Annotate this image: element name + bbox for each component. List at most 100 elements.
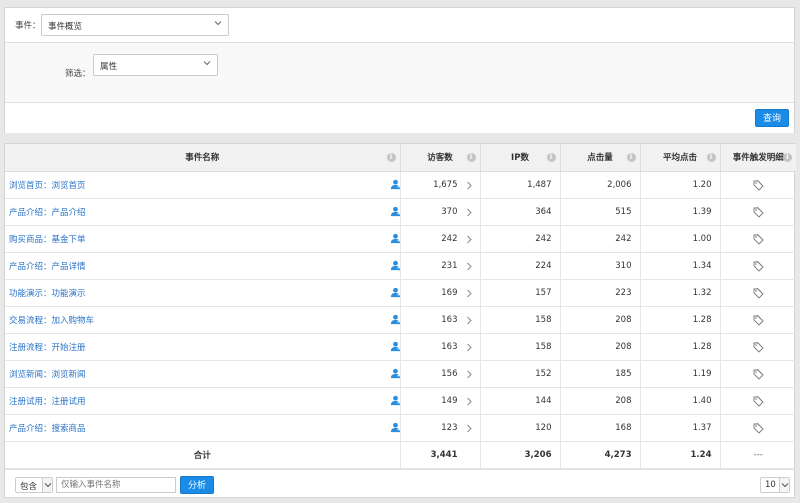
filter-select-value: 属性 <box>100 62 118 72</box>
header-avg-clicks[interactable]: 平均点击 i <box>639 144 720 172</box>
event-name-link[interactable]: 购买商品：基金下单 <box>9 235 86 245</box>
chevron-right-icon[interactable] <box>466 235 473 244</box>
info-icon[interactable]: i <box>783 153 792 162</box>
trigger-detail-cell <box>719 198 796 226</box>
analyze-button[interactable]: 分析 <box>180 476 214 494</box>
header-event-name[interactable]: 事件名称 i <box>5 144 400 172</box>
event-name-cell[interactable]: 购买商品：基金下单 <box>5 225 401 253</box>
trigger-detail-cell <box>719 387 796 415</box>
match-mode-select[interactable]: 包含 <box>15 477 53 493</box>
tag-icon[interactable] <box>752 179 764 191</box>
trigger-detail-cell <box>719 360 796 388</box>
visitors-cell: 163 <box>399 333 480 361</box>
chevron-right-icon[interactable] <box>466 262 473 271</box>
tag-icon[interactable] <box>752 314 764 326</box>
header-ip[interactable]: IP数 i <box>479 144 560 172</box>
trigger-detail-cell <box>719 171 796 199</box>
chevron-right-icon[interactable] <box>466 343 473 352</box>
trigger-detail-cell <box>719 225 796 253</box>
table-total-row: 合计 3,441 3,206 4,273 1.24 --- <box>5 441 796 469</box>
tag-icon[interactable] <box>752 206 764 218</box>
event-name-link[interactable]: 产品介绍：产品介绍 <box>9 208 86 218</box>
tag-icon[interactable] <box>752 260 764 272</box>
info-icon[interactable]: i <box>546 153 556 162</box>
chevron-right-icon[interactable] <box>466 370 473 379</box>
event-name-link[interactable]: 产品介绍：搜索商品 <box>9 424 86 434</box>
table-row: 产品介绍：产品详情 231 224 310 1.34 <box>5 252 796 280</box>
event-name-cell[interactable]: 产品介绍：产品详情 <box>5 252 401 280</box>
tag-icon[interactable] <box>752 368 764 380</box>
event-name-cell[interactable]: 产品介绍：搜索商品 <box>5 414 401 442</box>
chevron-right-icon[interactable] <box>466 208 473 217</box>
info-icon[interactable]: i <box>466 153 476 162</box>
event-name-cell[interactable]: 交易流程：加入购物车 <box>5 306 401 334</box>
chevron-right-icon[interactable] <box>466 289 473 298</box>
event-name-cell[interactable]: 功能演示：功能演示 <box>5 279 401 307</box>
avg-clicks-cell: 1.00 <box>639 225 720 253</box>
event-name-link[interactable]: 注册试用：注册试用 <box>9 397 86 407</box>
event-name-cell[interactable]: 注册流程：开始注册 <box>5 333 401 361</box>
filter-select[interactable]: 属性 <box>93 54 218 76</box>
page-size-select[interactable]: 10 <box>760 477 790 493</box>
header-visitors[interactable]: 访客数 i <box>399 144 480 172</box>
avg-clicks-cell: 1.40 <box>639 387 720 415</box>
ip-cell: 120 <box>479 414 560 442</box>
trigger-detail-cell <box>719 252 796 280</box>
ip-cell: 364 <box>479 198 560 226</box>
chevron-right-icon[interactable] <box>466 316 473 325</box>
chevron-right-icon[interactable] <box>466 181 473 190</box>
event-table-panel: 事件名称 i 访客数 i IP数 i 点击量 i 平均点击 i 事件触发明细 i 浏览首页：… <box>4 143 796 499</box>
event-name-cell[interactable]: 注册试用：注册试用 <box>5 387 401 415</box>
filter-label: 筛选： <box>65 69 91 79</box>
trigger-detail-cell <box>719 306 796 334</box>
table-row: 功能演示：功能演示 169 157 223 1.32 <box>5 279 796 307</box>
avg-clicks-cell: 1.28 <box>639 306 720 334</box>
visitors-cell: 169 <box>399 279 480 307</box>
tag-icon[interactable] <box>752 395 764 407</box>
total-avg: 1.24 <box>639 441 720 469</box>
visitors-cell: 156 <box>399 360 480 388</box>
event-name-cell[interactable]: 浏览新闻：浏览新闻 <box>5 360 401 388</box>
info-icon[interactable]: i <box>706 153 716 162</box>
avg-clicks-cell: 1.19 <box>639 360 720 388</box>
event-select[interactable]: 事件概览 <box>41 14 229 36</box>
chevron-right-icon[interactable] <box>466 397 473 406</box>
event-name-link[interactable]: 浏览新闻：浏览新闻 <box>9 370 86 380</box>
info-icon[interactable]: i <box>626 153 636 162</box>
ip-cell: 224 <box>479 252 560 280</box>
event-name-link[interactable]: 交易流程：加入购物车 <box>9 316 94 326</box>
event-name-link[interactable]: 功能演示：功能演示 <box>9 289 86 299</box>
header-trigger-detail[interactable]: 事件触发明细 i <box>719 144 796 172</box>
total-ip: 3,206 <box>479 441 560 469</box>
clicks-cell: 242 <box>559 225 640 253</box>
event-name-link[interactable]: 浏览首页：浏览首页 <box>9 181 86 191</box>
total-detail: --- <box>719 441 796 469</box>
tag-icon[interactable] <box>752 341 764 353</box>
table-row: 产品介绍：产品介绍 370 364 515 1.39 <box>5 198 796 226</box>
event-name-cell[interactable]: 产品介绍：产品介绍 <box>5 198 401 226</box>
tag-icon[interactable] <box>752 233 764 245</box>
clicks-cell: 310 <box>559 252 640 280</box>
table-footer: 包含 分析 10 <box>5 469 794 499</box>
visitors-cell: 231 <box>399 252 480 280</box>
header-clicks[interactable]: 点击量 i <box>559 144 640 172</box>
total-clicks: 4,273 <box>559 441 640 469</box>
ip-cell: 158 <box>479 306 560 334</box>
tag-icon[interactable] <box>752 287 764 299</box>
ip-cell: 1,487 <box>479 171 560 199</box>
event-search-input[interactable] <box>56 477 176 493</box>
query-button[interactable]: 查询 <box>755 109 789 127</box>
event-name-link[interactable]: 注册流程：开始注册 <box>9 343 86 353</box>
clicks-cell: 223 <box>559 279 640 307</box>
chevron-down-icon <box>203 61 211 66</box>
event-table: 事件名称 i 访客数 i IP数 i 点击量 i 平均点击 i 事件触发明细 i 浏览首页：… <box>5 144 796 469</box>
event-row: 事件： 事件概览 <box>5 8 794 43</box>
event-name-link[interactable]: 产品介绍：产品详情 <box>9 262 86 272</box>
table-header-row: 事件名称 i 访客数 i IP数 i 点击量 i 平均点击 i 事件触发明细 i <box>5 144 796 172</box>
tag-icon[interactable] <box>752 422 764 434</box>
filter-row: 筛选： 属性 <box>5 43 794 103</box>
query-row: 查询 <box>5 103 794 133</box>
chevron-right-icon[interactable] <box>466 424 473 433</box>
info-icon[interactable]: i <box>386 153 396 162</box>
event-name-cell[interactable]: 浏览首页：浏览首页 <box>5 171 401 199</box>
